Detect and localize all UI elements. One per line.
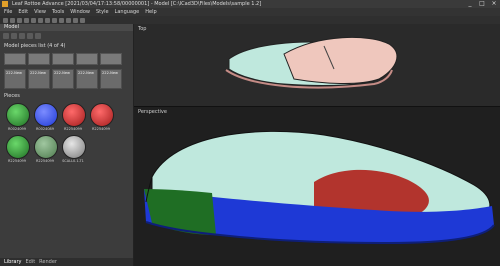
- viewport-top[interactable]: Top: [134, 24, 500, 106]
- menu-file[interactable]: File: [4, 8, 12, 16]
- piece-thumb[interactable]: [76, 53, 98, 65]
- material-label: R2254099: [91, 127, 111, 131]
- pieces-list: 222-New 222-New 222-New 222-New 222-New: [0, 67, 133, 91]
- redo-icon[interactable]: [31, 17, 36, 23]
- pieces-thumbnails: [0, 51, 133, 67]
- tab-render[interactable]: Render: [39, 258, 57, 266]
- viewport-perspective-label: Perspective: [138, 109, 167, 115]
- minimize-icon[interactable]: _: [466, 0, 474, 8]
- new-icon[interactable]: [3, 17, 8, 23]
- viewport-top-label: Top: [138, 26, 147, 32]
- pieces-title: Model pieces list (4 of 4): [4, 43, 66, 49]
- material-label: R2254099: [63, 127, 83, 131]
- menu-tools[interactable]: Tools: [52, 8, 64, 16]
- piece-item[interactable]: 222-New: [100, 69, 122, 89]
- rotate-icon[interactable]: [52, 17, 57, 23]
- shoe-top-render: [225, 37, 398, 89]
- piece-item[interactable]: 222-New: [28, 69, 50, 89]
- tab-edit[interactable]: Edit: [25, 258, 35, 266]
- material-label: SCALL0.1-T1: [62, 159, 84, 163]
- piece-item[interactable]: 222-New: [52, 69, 74, 89]
- left-panel: Model Model pieces list (4 of 4) 222-New…: [0, 24, 134, 266]
- piece-thumb[interactable]: [52, 53, 74, 65]
- open-icon[interactable]: [10, 17, 15, 23]
- shoe-perspective-render: [144, 130, 495, 245]
- material-label: R0024089: [35, 127, 55, 131]
- material-label: R2254099: [7, 159, 27, 163]
- maximize-icon[interactable]: □: [478, 0, 486, 8]
- panel-tool-icon[interactable]: [3, 33, 9, 39]
- piece-thumb[interactable]: [28, 53, 50, 65]
- material-swatch[interactable]: [62, 103, 86, 127]
- menu-window[interactable]: Window: [70, 8, 90, 16]
- heel-green: [144, 189, 216, 235]
- material-swatch[interactable]: [6, 135, 30, 159]
- panel-tool-icon[interactable]: [11, 33, 17, 39]
- piece-thumb[interactable]: [4, 53, 26, 65]
- panel-toolbar: [0, 31, 133, 41]
- piece-thumb[interactable]: [100, 53, 122, 65]
- material-swatch[interactable]: [34, 135, 58, 159]
- pan-icon[interactable]: [73, 17, 78, 23]
- zoom-icon[interactable]: [66, 17, 71, 23]
- panel-tabs: Library Edit Render: [0, 258, 133, 266]
- menu-view[interactable]: View: [34, 8, 46, 16]
- scale-icon[interactable]: [59, 17, 64, 23]
- piece-item[interactable]: 222-New: [76, 69, 98, 89]
- material-swatch[interactable]: [90, 103, 114, 127]
- window-title: Leaf Rottoe Advance [2021/03/04/17:13:58…: [12, 1, 262, 7]
- panel-tool-icon[interactable]: [35, 33, 41, 39]
- select-icon[interactable]: [38, 17, 43, 23]
- material-label: R2254099: [35, 159, 55, 163]
- menu-language[interactable]: Language: [115, 8, 140, 16]
- material-swatch[interactable]: [34, 103, 58, 127]
- main-toolbar: [0, 16, 500, 24]
- materials-title: Pieces: [4, 93, 20, 99]
- material-swatch[interactable]: [62, 135, 86, 159]
- viewport-perspective[interactable]: Perspective: [134, 107, 500, 266]
- materials-row-2: R2254099 R2254099 SCALL0.1-T1: [0, 133, 133, 165]
- materials-row-1: R0024099 R0024089 R2254099 R2254099: [0, 101, 133, 133]
- undo-icon[interactable]: [24, 17, 29, 23]
- piece-item[interactable]: 222-New: [4, 69, 26, 89]
- menu-bar: File Edit View Tools Window Style Langua…: [0, 8, 500, 16]
- panel-tool-icon[interactable]: [27, 33, 33, 39]
- title-bar: Leaf Rottoe Advance [2021/03/04/17:13:58…: [0, 0, 500, 8]
- app-logo-icon: [2, 1, 8, 7]
- close-icon[interactable]: ×: [490, 0, 498, 8]
- save-icon[interactable]: [17, 17, 22, 23]
- panel-header: Model: [0, 24, 133, 31]
- material-swatch[interactable]: [6, 103, 30, 127]
- tab-library[interactable]: Library: [4, 258, 21, 266]
- menu-edit[interactable]: Edit: [18, 8, 28, 16]
- material-label: R0024099: [7, 127, 27, 131]
- render-icon[interactable]: [80, 17, 85, 23]
- menu-style[interactable]: Style: [96, 8, 109, 16]
- move-icon[interactable]: [45, 17, 50, 23]
- menu-help[interactable]: Help: [145, 8, 156, 16]
- panel-tool-icon[interactable]: [19, 33, 25, 39]
